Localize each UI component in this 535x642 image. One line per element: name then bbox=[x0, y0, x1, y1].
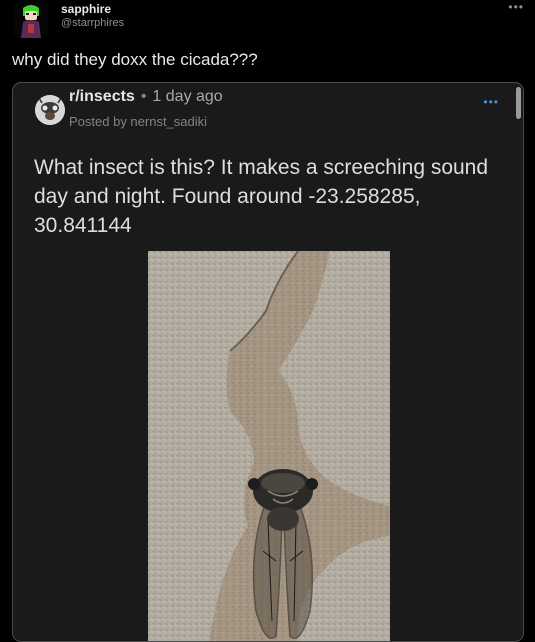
post-title[interactable]: What insect is this? It makes a screechi… bbox=[34, 153, 504, 240]
scrollbar[interactable] bbox=[516, 87, 521, 119]
tweet-text: why did they doxx the cicada??? bbox=[12, 50, 258, 69]
separator-dot: • bbox=[140, 88, 147, 105]
cicada-photo[interactable] bbox=[148, 250, 390, 641]
subreddit-icon bbox=[35, 95, 65, 125]
avatar-image bbox=[14, 2, 48, 38]
cicada-photo-image bbox=[148, 250, 390, 641]
post-meta-line: r/insects • 1 day ago bbox=[69, 88, 223, 106]
avatar[interactable] bbox=[14, 2, 48, 38]
subreddit-name[interactable]: r/insects bbox=[69, 88, 135, 105]
tweet-header: sapphire @starrphires ••• bbox=[0, 0, 535, 44]
post-time: 1 day ago bbox=[152, 88, 223, 105]
post-more-icon[interactable]: ••• bbox=[483, 95, 499, 109]
subreddit-avatar[interactable] bbox=[35, 95, 65, 125]
display-name[interactable]: sapphire bbox=[61, 2, 111, 16]
embedded-reddit-post[interactable]: r/insects • 1 day ago Posted by nernst_sad… bbox=[12, 82, 524, 642]
more-options-icon[interactable]: ••• bbox=[508, 0, 524, 14]
posted-by[interactable]: Posted by nernst_sadiki bbox=[69, 114, 207, 129]
user-handle[interactable]: @starrphires bbox=[61, 17, 124, 29]
